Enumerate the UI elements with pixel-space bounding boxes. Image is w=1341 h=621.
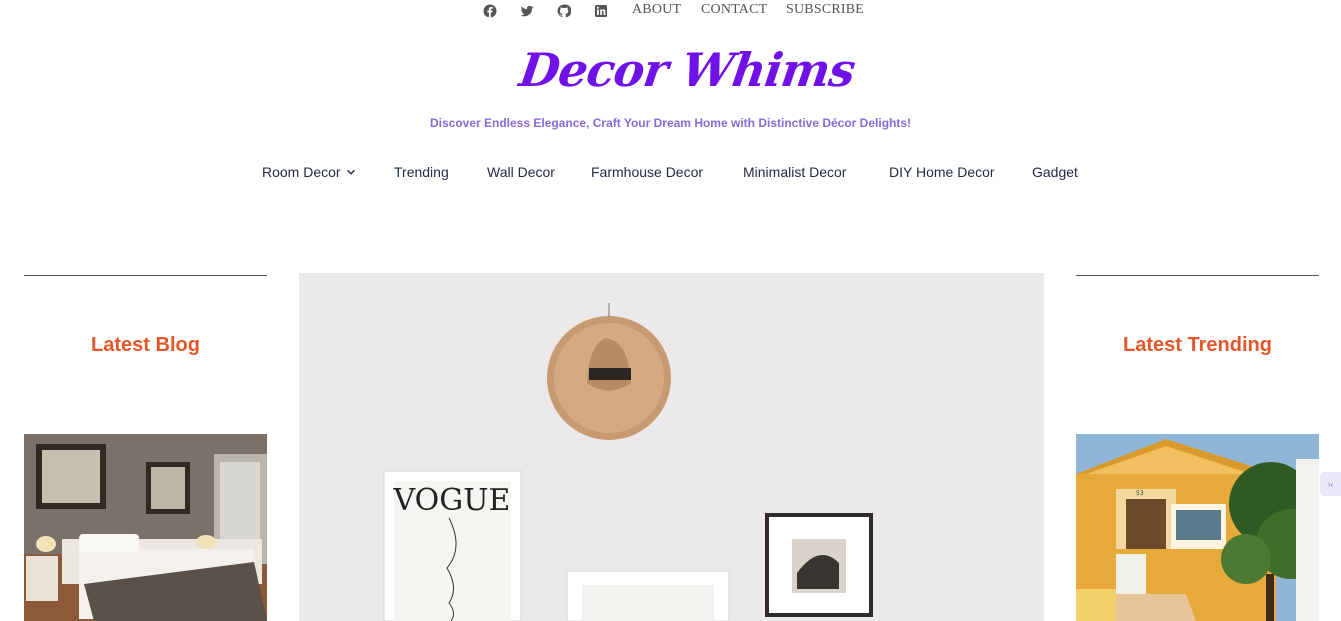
github-icon[interactable] (557, 4, 571, 18)
twitter-icon[interactable] (520, 4, 534, 18)
right-column-divider (1076, 275, 1319, 276)
chevron-down-icon (346, 169, 355, 175)
nav-item-farmhouse-decor[interactable]: Farmhouse Decor (591, 164, 703, 180)
nav-item-wall-decor[interactable]: Wall Decor (487, 164, 555, 180)
latest-blog-title: Latest Blog (91, 334, 200, 356)
contact-link[interactable]: CONTACT (701, 2, 767, 18)
nav-item-trending[interactable]: Trending (394, 164, 449, 180)
nav-item-minimalist-decor[interactable]: Minimalist Decor (743, 164, 846, 180)
side-toggle-tab[interactable]: ›‹ (1320, 472, 1341, 496)
subscribe-link[interactable]: SUBSCRIBE (786, 2, 864, 18)
latest-trending-title: Latest Trending (1123, 334, 1272, 356)
linkedin-icon[interactable] (594, 4, 608, 18)
chevrons-icon: ›‹ (1327, 479, 1334, 489)
left-column-divider (24, 275, 267, 276)
top-bar: ABOUT CONTACT SUBSCRIBE (0, 0, 1341, 24)
nav-item-label: Room Decor (262, 164, 341, 180)
house-number: 53 (1136, 490, 1144, 497)
featured-post-image[interactable]: VOGUE (299, 273, 1044, 621)
latest-blog-thumbnail[interactable] (24, 434, 267, 621)
nav-item-diy-home-decor[interactable]: DIY Home Decor (889, 164, 995, 180)
site-logo[interactable]: Decor Whims (515, 34, 858, 106)
site-tagline: Discover Endless Elegance, Craft Your Dr… (429, 116, 912, 130)
latest-trending-thumbnail[interactable]: 53 (1076, 434, 1319, 621)
nav-item-room-decor[interactable]: Room Decor (262, 164, 356, 180)
facebook-icon[interactable] (483, 4, 497, 18)
about-link[interactable]: ABOUT (632, 2, 681, 18)
vogue-poster-text: VOGUE (393, 483, 511, 518)
nav-item-gadget[interactable]: Gadget (1032, 164, 1078, 180)
